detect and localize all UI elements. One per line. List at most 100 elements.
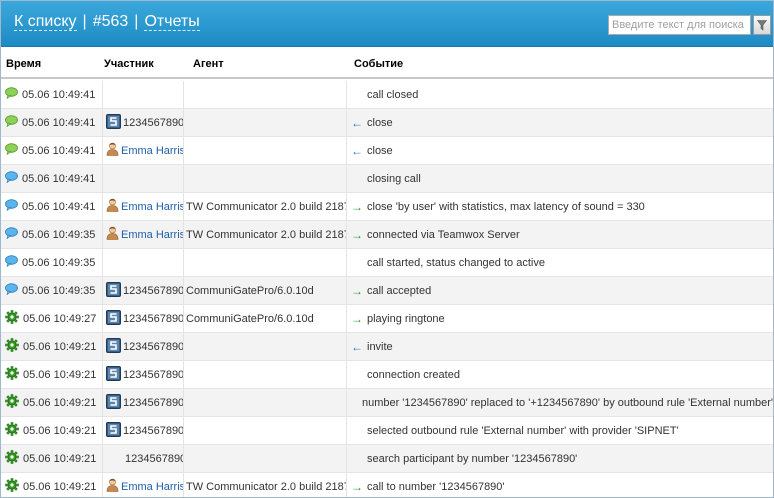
table-row[interactable]: 05.06 10:49:21 Emma Harris TW Communicator…	[1, 473, 773, 497]
phone-line-icon	[106, 309, 121, 328]
table-row[interactable]: 05.06 10:49:21 1234567890 connection creat…	[1, 361, 773, 389]
event-text: close 'by user' with statistics, max lat…	[367, 200, 645, 213]
table-row[interactable]: 05.06 10:49:41 1234567890 ← close	[1, 109, 773, 137]
user-avatar-icon	[106, 198, 119, 215]
event-cell: ← close	[346, 109, 773, 136]
table-row[interactable]: 05.06 10:49:41 closing call	[1, 165, 773, 193]
event-text: close	[367, 144, 393, 157]
table-header: Время Участник Агент Событие	[1, 49, 773, 79]
table-row[interactable]: 05.06 10:49:41 Emma Harris TW Communicator…	[1, 193, 773, 221]
event-cell: ← close	[346, 137, 773, 164]
agent-name: TW Communicator 2.0 build 2187	[186, 228, 346, 241]
time-cell: 05.06 10:49:35	[1, 249, 102, 276]
green-gear-icon	[5, 366, 19, 383]
user-avatar-icon	[106, 142, 119, 159]
column-header-participant[interactable]: Участник	[104, 58, 154, 70]
participant-cell	[102, 165, 183, 192]
event-cell: search participant by number '1234567890…	[346, 445, 773, 472]
agent-cell	[183, 81, 346, 108]
participant-user-link[interactable]: Emma Harris	[121, 481, 183, 493]
blue-chat-bubble-icon	[5, 283, 18, 298]
event-text: close	[367, 116, 393, 129]
participant-cell	[102, 81, 183, 108]
green-chat-bubble-icon	[5, 87, 18, 102]
column-header-event[interactable]: Событие	[354, 58, 403, 70]
event-text: invite	[367, 340, 393, 353]
green-gear-icon	[5, 450, 19, 467]
table-row[interactable]: 05.06 10:49:21 1234567890 ← invite	[1, 333, 773, 361]
event-time: 05.06 10:49:21	[23, 452, 97, 465]
table-row[interactable]: 05.06 10:49:35 call started, status chang…	[1, 249, 773, 277]
column-header-time[interactable]: Время	[6, 58, 41, 70]
time-cell: 05.06 10:49:21	[1, 361, 102, 388]
table-row[interactable]: 05.06 10:49:41 Emma Harris ← close	[1, 137, 773, 165]
table-row[interactable]: 05.06 10:49:35 1234567890 CommuniGatePro/6…	[1, 277, 773, 305]
participant-user-link[interactable]: Emma Harris	[121, 201, 183, 213]
time-cell: 05.06 10:49:21	[1, 333, 102, 360]
agent-cell: CommuniGatePro/6.0.10d	[183, 277, 346, 304]
table-row[interactable]: 05.06 10:49:35 Emma Harris TW Communicator…	[1, 221, 773, 249]
phone-line-icon	[106, 337, 121, 356]
header-bar: К списку | #563 | Отчеты	[1, 1, 773, 47]
back-to-list-link[interactable]: К списку	[14, 13, 77, 31]
agent-cell: TW Communicator 2.0 build 2187	[183, 193, 346, 220]
event-cell: call closed	[346, 81, 773, 108]
event-cell: call started, status changed to active	[346, 249, 773, 276]
event-cell: number '1234567890' replaced to '+123456…	[346, 389, 773, 416]
event-cell: → playing ringtone	[346, 305, 773, 332]
arrow-right-icon: →	[351, 199, 363, 214]
event-time: 05.06 10:49:35	[22, 256, 96, 269]
participant-cell	[102, 249, 183, 276]
participant-cell: 1234567890	[102, 361, 183, 388]
table-row[interactable]: 05.06 10:49:41 call closed	[1, 81, 773, 109]
event-cell: → call accepted	[346, 277, 773, 304]
participant-cell: Emma Harris	[102, 473, 183, 497]
agent-name: CommuniGatePro/6.0.10d	[186, 312, 314, 325]
green-gear-icon	[5, 478, 19, 495]
event-cell: → connected via Teamwox Server	[346, 221, 773, 248]
ticket-id: #563	[92, 13, 129, 30]
agent-cell	[183, 389, 346, 416]
participant-cell: Emma Harris	[102, 193, 183, 220]
green-gear-icon	[5, 394, 19, 411]
participant-cell: Emma Harris	[102, 221, 183, 248]
agent-name: TW Communicator 2.0 build 2187	[186, 200, 346, 213]
filter-button[interactable]	[753, 15, 771, 35]
time-cell: 05.06 10:49:41	[1, 109, 102, 136]
table-row[interactable]: 05.06 10:49:21 1234567890 number '12345678…	[1, 389, 773, 417]
breadcrumb-separator: |	[134, 13, 139, 30]
event-text: search participant by number '1234567890…	[367, 452, 578, 465]
time-cell: 05.06 10:49:35	[1, 277, 102, 304]
event-time: 05.06 10:49:21	[23, 480, 97, 493]
participant-cell: 1234567890	[102, 333, 183, 360]
search-input[interactable]	[608, 15, 751, 35]
participant-number: 1234567890	[123, 284, 183, 297]
arrow-right-icon: →	[351, 227, 363, 242]
arrow-left-icon: ←	[351, 115, 363, 130]
participant-user-link[interactable]: Emma Harris	[121, 145, 183, 157]
agent-cell: TW Communicator 2.0 build 2187	[183, 221, 346, 248]
table-row[interactable]: 05.06 10:49:21 1234567890 selected outboun…	[1, 417, 773, 445]
participant-cell: 1234567890	[102, 389, 183, 416]
participant-number: 1234567890	[123, 396, 183, 409]
event-text: connected via Teamwox Server	[367, 228, 520, 241]
table-row[interactable]: 05.06 10:49:27 1234567890 CommuniGatePro/6…	[1, 305, 773, 333]
event-time: 05.06 10:49:41	[22, 200, 96, 213]
participant-user-link[interactable]: Emma Harris	[121, 229, 183, 241]
arrow-left-icon: ←	[351, 339, 363, 354]
event-cell: → call to number '1234567890'	[346, 473, 773, 497]
participant-number: 1234567890	[123, 340, 183, 353]
column-header-agent[interactable]: Агент	[193, 58, 224, 70]
participant-number: 1234567890	[123, 368, 183, 381]
time-cell: 05.06 10:49:41	[1, 193, 102, 220]
event-time: 05.06 10:49:41	[22, 116, 96, 129]
table-row[interactable]: 05.06 10:49:21 1234567890 search participa…	[1, 445, 773, 473]
event-cell: closing call	[346, 165, 773, 192]
event-time: 05.06 10:49:35	[22, 228, 96, 241]
participant-cell: Emma Harris	[102, 137, 183, 164]
user-avatar-icon	[106, 478, 119, 495]
event-text: call to number '1234567890'	[367, 480, 505, 493]
reports-link[interactable]: Отчеты	[144, 13, 200, 31]
event-time: 05.06 10:49:35	[22, 284, 96, 297]
event-table: 05.06 10:49:41 call closed 05.06 10:49:41 1…	[1, 81, 773, 497]
